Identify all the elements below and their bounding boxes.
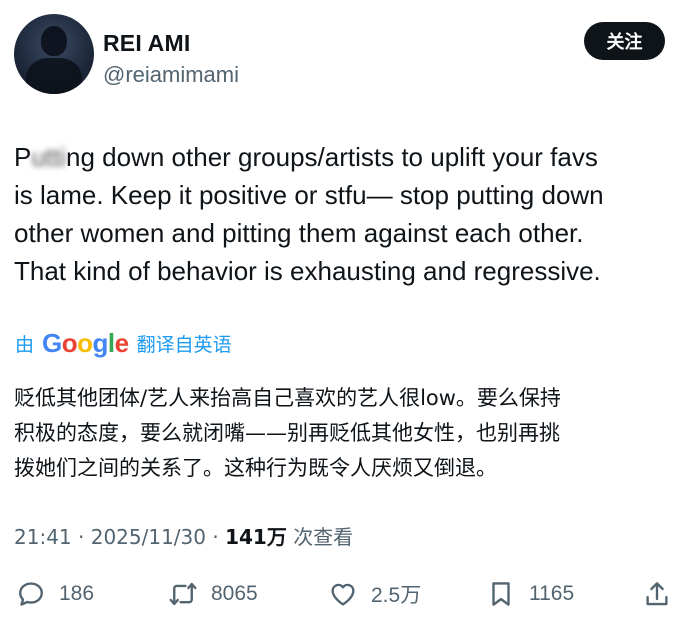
translated-from-label: 翻译自英语 [136,333,232,356]
post-header: REI AMI @reiamimami 关注 [0,0,690,110]
blurred-text: utti [31,142,67,172]
translated-by-label: 由 [15,333,35,356]
reply-icon [19,582,43,606]
view-count: 141万 [225,525,287,549]
follow-button[interactable]: 关注 [584,22,665,60]
like-button[interactable]: 2.5万 [328,572,421,616]
avatar[interactable] [14,14,94,94]
reply-count: 186 [59,582,95,605]
post-text-line: That kind of behavior is exhausting and … [14,256,601,286]
google-logo: Google [42,327,129,358]
like-count: 2.5万 [371,584,422,607]
post-time[interactable]: 21:41 [14,525,72,549]
translated-text: 贬低其他团体/艺人来抬高自己喜欢的艺人很low。要么保持 积极的态度，要么就闭嘴… [14,381,684,486]
author-handle[interactable]: @reiamimami [103,62,239,88]
post-text: Putting down other groups/artists to upl… [14,138,679,290]
views-label: 次查看 [293,525,354,549]
repost-icon [169,582,197,606]
translated-text-line: 积极的态度，要么就闭嘴——别再贬低其他女性，也别再挑 [14,421,560,445]
post-meta: 21:41 · 2025/11/30 · 141万 次查看 [14,521,353,550]
translated-text-line: 贬低其他团体/艺人来抬高自己喜欢的艺人很low。要么保持 [14,386,561,410]
post-text-line: is lame. Keep it positive or stfu— stop … [14,180,604,210]
bookmark-button[interactable]: 1165 [486,572,574,616]
meta-separator: · [212,525,219,549]
reply-button[interactable]: 186 [16,572,94,616]
author-display-name[interactable]: REI AMI [103,30,190,57]
repost-count: 8065 [211,582,258,605]
post-text-line: other women and pitting them against eac… [14,218,584,248]
post-date[interactable]: 2025/11/30 [91,525,206,549]
translated-text-line: 拨她们之间的关系了。这种行为既令人厌烦又倒退。 [14,456,497,480]
share-button[interactable] [642,572,672,616]
avatar-head-shape [41,26,67,56]
post-text-line: Putting down other groups/artists to upl… [14,142,598,172]
share-icon [646,582,668,606]
action-bar: 186 8065 2.5万 1165 [0,572,690,616]
bookmark-count: 1165 [529,582,575,605]
repost-button[interactable]: 8065 [168,572,258,616]
meta-separator: · [78,525,85,549]
bookmark-icon [492,582,510,606]
avatar-body-shape [26,58,82,94]
heart-icon [331,583,355,606]
translation-attribution[interactable]: 由 Google 翻译自英语 [15,327,232,359]
